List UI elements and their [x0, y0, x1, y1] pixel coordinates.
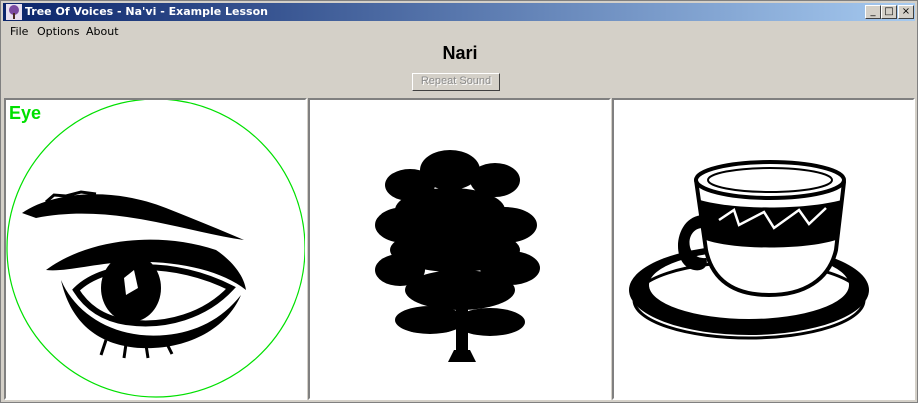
maximize-icon: □	[884, 6, 894, 17]
selected-label: Eye	[9, 103, 42, 123]
eye-image	[6, 100, 305, 398]
choice-panel-tree[interactable]	[308, 98, 611, 400]
maximize-button[interactable]: □	[881, 5, 897, 19]
menu-bar: File Options About	[3, 22, 915, 41]
close-icon: ×	[901, 6, 911, 17]
menu-options[interactable]: Options	[37, 25, 79, 38]
menu-file[interactable]: File	[10, 25, 28, 38]
menu-about[interactable]: About	[86, 25, 119, 38]
teacup-image	[629, 160, 869, 340]
tree-app-icon	[6, 4, 22, 20]
window-title: Tree Of Voices - Na'vi - Example Lesson	[25, 5, 268, 18]
tree-image	[375, 150, 540, 362]
close-button[interactable]: ×	[898, 5, 914, 19]
app-window: Tree Of Voices - Na'vi - Example Lesson …	[0, 0, 918, 403]
title-bar[interactable]: Tree Of Voices - Na'vi - Example Lesson …	[3, 3, 915, 21]
minimize-icon: _	[870, 6, 876, 17]
minimize-button[interactable]: _	[865, 5, 881, 19]
choice-panel-eye[interactable]: Eye	[4, 98, 307, 400]
repeat-sound-button[interactable]: Repeat Sound	[412, 73, 500, 91]
lesson-word: Nari	[442, 43, 478, 63]
choice-panel-teacup[interactable]	[612, 98, 915, 400]
